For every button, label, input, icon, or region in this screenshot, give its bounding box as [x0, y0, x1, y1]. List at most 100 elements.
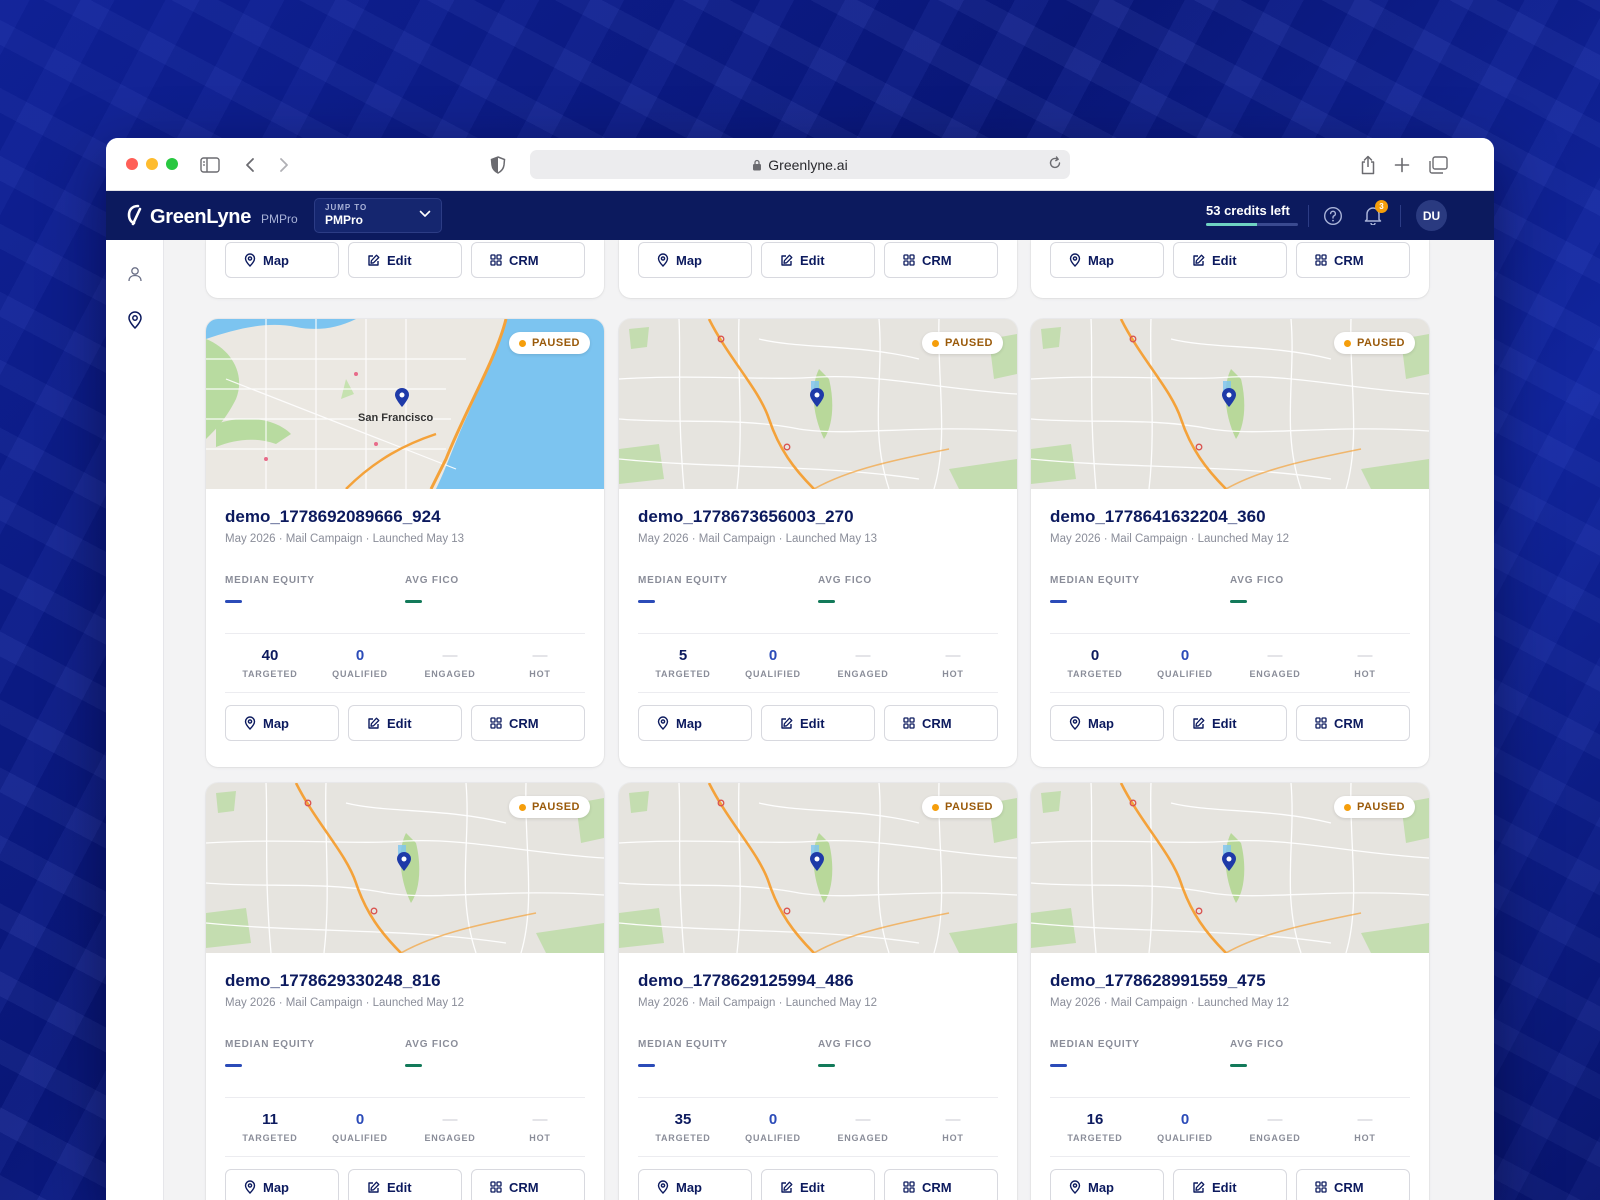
campaign-map[interactable]: PAUSED	[619, 783, 1017, 953]
campaign-map[interactable]: PAUSED	[1031, 783, 1429, 953]
map-button[interactable]: Map	[638, 1169, 752, 1200]
engaged-label: ENGAGED	[424, 669, 476, 679]
crm-button[interactable]: CRM	[884, 1169, 998, 1200]
tab-overview-icon[interactable]	[1426, 153, 1450, 177]
campaign-title[interactable]: demo_1778629330248_816	[225, 971, 585, 991]
maximize-window-button[interactable]	[166, 158, 178, 170]
edit-button[interactable]: Edit	[1173, 705, 1287, 741]
status-text: PAUSED	[1356, 801, 1405, 813]
map-button[interactable]: Map	[225, 1169, 339, 1200]
targeted-value: 5	[678, 647, 688, 664]
map-pin-icon	[1069, 1180, 1081, 1194]
targeted-label: TARGETED	[242, 1133, 298, 1143]
targeted-value: 35	[674, 1111, 692, 1128]
campaign-map[interactable]: PAUSED	[1031, 319, 1429, 489]
targeted-label: TARGETED	[1067, 1133, 1123, 1143]
engaged-label: ENGAGED	[837, 669, 889, 679]
campaign-title[interactable]: demo_1778692089666_924	[225, 507, 585, 527]
avatar[interactable]: DU	[1416, 200, 1447, 231]
edit-button[interactable]: Edit	[761, 1169, 875, 1200]
targeted-label: TARGETED	[655, 1133, 711, 1143]
campaign-card[interactable]: PAUSED demo_1778629125994_486 May 2026 ·…	[619, 783, 1017, 1200]
new-tab-plus-icon[interactable]	[1390, 153, 1414, 177]
stat-targeted: 5 TARGETED	[638, 647, 728, 679]
logo-subtitle: PMPro	[261, 211, 298, 226]
funnel-stats: 0 TARGETED 0 QUALIFIED — ENGAGED — HOT	[1050, 633, 1410, 693]
credits-progress-fill	[1206, 223, 1257, 226]
campaign-card[interactable]: San Francisco PAUSED demo_1778692089666_…	[206, 319, 604, 767]
crm-button[interactable]: CRM	[471, 1169, 585, 1200]
header-divider	[1400, 205, 1401, 227]
stat-qualified: 0 QUALIFIED	[315, 647, 405, 679]
hot-label: HOT	[942, 669, 964, 679]
campaign-subtitle: May 2026 · Mail Campaign · Launched May …	[1050, 997, 1290, 1009]
hot-value: —	[945, 647, 961, 664]
crm-button[interactable]: CRM	[1296, 705, 1410, 741]
forward-arrow-icon[interactable]	[272, 153, 296, 177]
campaign-card[interactable]: PAUSED demo_1778673656003_270 May 2026 ·…	[619, 319, 1017, 767]
map-button[interactable]: Map	[1050, 705, 1164, 741]
qualified-label: QUALIFIED	[1157, 669, 1213, 679]
hot-label: HOT	[942, 1133, 964, 1143]
targeted-label: TARGETED	[655, 669, 711, 679]
edit-button[interactable]: Edit	[761, 705, 875, 741]
bell-icon[interactable]: 3	[1362, 200, 1388, 226]
map-button[interactable]: Map	[638, 705, 752, 741]
avg-fico-metric: AVG FICO	[1230, 1039, 1410, 1067]
address-bar[interactable]: Greenlyne.ai	[530, 150, 1070, 179]
crm-button[interactable]: CRM	[1296, 242, 1410, 278]
jump-to-dropdown[interactable]: JUMP TO PMPro	[314, 198, 442, 233]
close-window-button[interactable]	[126, 158, 138, 170]
reload-icon[interactable]	[1048, 156, 1062, 170]
crm-button[interactable]: CRM	[471, 705, 585, 741]
logo[interactable]: GreenLyne PMPro	[126, 204, 298, 231]
share-icon[interactable]	[1356, 153, 1380, 177]
campaign-card-partial: Map Edit CRM	[1031, 240, 1429, 298]
edit-button[interactable]: Edit	[348, 1169, 462, 1200]
user-icon[interactable]	[124, 263, 146, 285]
map-pin-icon[interactable]	[124, 309, 146, 331]
campaign-map[interactable]: PAUSED	[206, 783, 604, 953]
card-actions: Map Edit CRM	[638, 1157, 998, 1200]
map-pin-icon	[1069, 716, 1081, 730]
map-button[interactable]: Map	[1050, 1169, 1164, 1200]
shield-icon[interactable]	[486, 153, 510, 177]
edit-button[interactable]: Edit	[1173, 1169, 1287, 1200]
funnel-stats: 35 TARGETED 0 QUALIFIED — ENGAGED — HOT	[638, 1097, 998, 1157]
campaign-card[interactable]: PAUSED demo_1778628991559_475 May 2026 ·…	[1031, 783, 1429, 1200]
edit-button[interactable]: Edit	[761, 242, 875, 278]
help-icon[interactable]	[1322, 205, 1344, 227]
campaign-title[interactable]: demo_1778628991559_475	[1050, 971, 1410, 991]
edit-button[interactable]: Edit	[348, 242, 462, 278]
campaign-title[interactable]: demo_1778673656003_270	[638, 507, 998, 527]
minimize-window-button[interactable]	[146, 158, 158, 170]
map-button[interactable]: Map	[225, 705, 339, 741]
campaign-map[interactable]: PAUSED	[619, 319, 1017, 489]
edit-button[interactable]: Edit	[348, 705, 462, 741]
edit-button[interactable]: Edit	[1173, 242, 1287, 278]
crm-button[interactable]: CRM	[884, 705, 998, 741]
map-button[interactable]: Map	[638, 242, 752, 278]
credits-text: 53 credits left	[1206, 203, 1290, 218]
campaign-title[interactable]: demo_1778629125994_486	[638, 971, 998, 991]
crm-button[interactable]: CRM	[884, 242, 998, 278]
back-arrow-icon[interactable]	[238, 153, 262, 177]
crm-button-label: CRM	[922, 715, 952, 731]
map-button[interactable]: Map	[1050, 242, 1164, 278]
credits-meter[interactable]: 53 credits left	[1206, 203, 1298, 226]
campaign-map[interactable]: San Francisco PAUSED	[206, 319, 604, 489]
campaign-title[interactable]: demo_1778641632204_360	[1050, 507, 1410, 527]
median-equity-empty-value	[225, 600, 242, 603]
hot-label: HOT	[529, 669, 551, 679]
campaign-card[interactable]: PAUSED demo_1778629330248_816 May 2026 ·…	[206, 783, 604, 1200]
crm-button-label: CRM	[509, 252, 539, 268]
metrics-row: MEDIAN EQUITY AVG FICO	[638, 1039, 998, 1067]
crm-button[interactable]: CRM	[1296, 1169, 1410, 1200]
targeted-value: 40	[261, 647, 279, 664]
campaign-card[interactable]: PAUSED demo_1778641632204_360 May 2026 ·…	[1031, 319, 1429, 767]
map-button-label: Map	[676, 1179, 702, 1195]
map-button[interactable]: Map	[225, 242, 339, 278]
crm-button[interactable]: CRM	[471, 242, 585, 278]
sidebar-toggle-icon[interactable]	[198, 153, 222, 177]
hot-label: HOT	[529, 1133, 551, 1143]
